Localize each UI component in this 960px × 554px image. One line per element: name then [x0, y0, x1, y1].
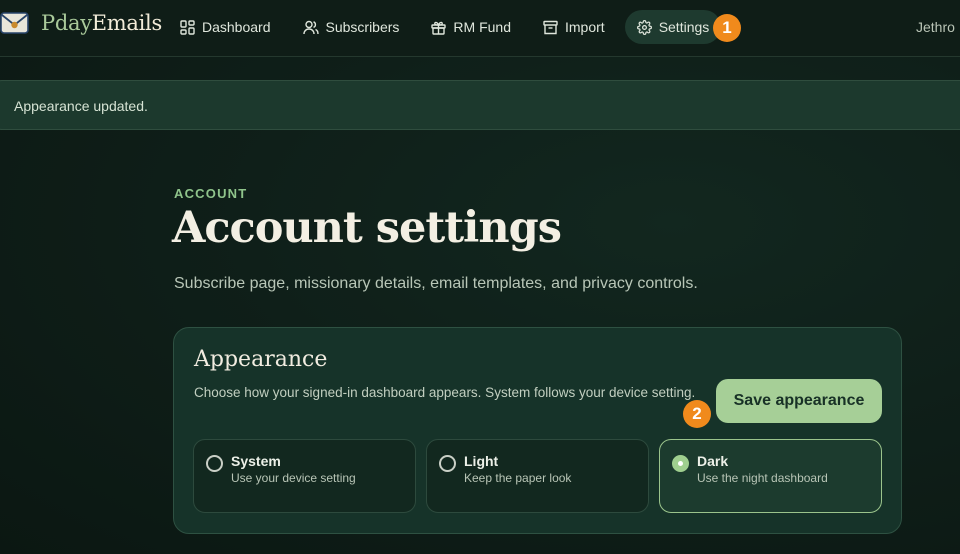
nav-label-rm-fund: RM Fund: [453, 19, 511, 35]
grid-icon: [180, 19, 195, 35]
brand[interactable]: PdayEmails: [0, 10, 162, 36]
page-title: Account settings: [172, 203, 562, 253]
main-nav: Dashboard Subscribers RM Fund Import Set…: [168, 10, 729, 44]
option-description: Keep the paper look: [464, 471, 572, 485]
nav-item-dashboard[interactable]: Dashboard: [168, 10, 283, 44]
appearance-option-light[interactable]: Light Keep the paper look: [426, 439, 649, 513]
envelope-logo-icon: [0, 12, 29, 34]
nav-item-subscribers[interactable]: Subscribers: [291, 10, 412, 44]
appearance-option-system[interactable]: System Use your device setting: [193, 439, 416, 513]
nav-label-subscribers: Subscribers: [325, 19, 400, 35]
nav-label-settings: Settings: [658, 19, 710, 35]
nav-item-rm-fund[interactable]: RM Fund: [419, 10, 523, 44]
users-icon: [302, 20, 319, 34]
radio-system[interactable]: [206, 455, 223, 472]
top-navigation-bar: PdayEmails Dashboard Subscribers RM Fund: [0, 0, 960, 57]
user-menu-name[interactable]: Jethro: [916, 19, 955, 35]
appearance-title: Appearance: [194, 347, 328, 372]
appearance-card: Appearance Choose how your signed-in das…: [173, 327, 902, 534]
section-eyebrow: ACCOUNT: [174, 186, 248, 201]
option-description: Use the night dashboard: [697, 471, 828, 485]
option-title: Light: [464, 453, 499, 469]
radio-dark[interactable]: [672, 455, 689, 472]
brand-name: PdayEmails: [41, 11, 162, 35]
option-title: Dark: [697, 453, 729, 469]
step-badge-1: 1: [713, 14, 741, 42]
archive-icon: [543, 20, 558, 34]
nav-item-settings[interactable]: Settings: [624, 10, 722, 44]
appearance-description: Choose how your signed-in dashboard appe…: [194, 385, 696, 400]
option-description: Use your device setting: [231, 471, 356, 485]
gift-icon: [431, 21, 447, 35]
nav-label-import: Import: [565, 19, 605, 35]
gear-icon: [636, 19, 652, 35]
nav-label-dashboard: Dashboard: [202, 19, 271, 35]
save-appearance-button[interactable]: Save appearance: [716, 379, 882, 423]
nav-item-import[interactable]: Import: [531, 10, 617, 44]
appearance-option-dark[interactable]: Dark Use the night dashboard: [659, 439, 882, 513]
toast-message: Appearance updated.: [14, 98, 148, 114]
radio-light[interactable]: [439, 455, 456, 472]
page-subtitle: Subscribe page, missionary details, emai…: [174, 275, 698, 292]
toast-notification: Appearance updated.: [0, 80, 960, 130]
step-badge-2: 2: [683, 400, 711, 428]
option-title: System: [231, 453, 281, 469]
